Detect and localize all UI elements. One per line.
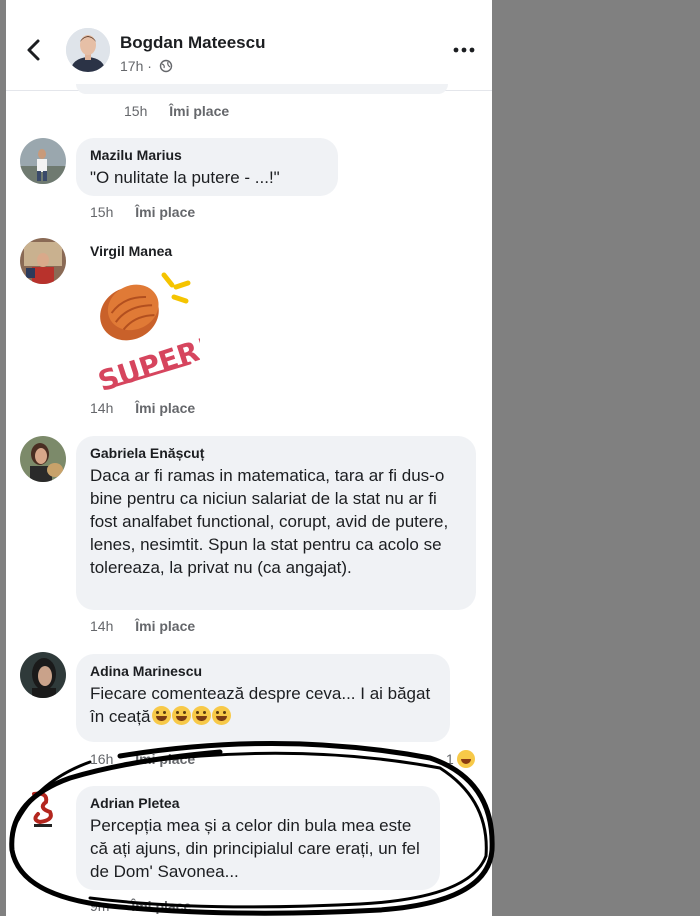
author-name[interactable]: Bogdan Mateescu <box>120 33 265 53</box>
globe-icon <box>159 59 173 73</box>
comment-bubble: Mazilu Marius "O nulitate la putere - ..… <box>76 138 338 196</box>
comment-author[interactable]: Virgil Manea <box>90 243 172 259</box>
post-time: 17h · <box>120 58 152 74</box>
like-button[interactable]: Îmi place <box>135 400 195 416</box>
comment-time: 9m <box>90 898 110 914</box>
comment-text-body: Fiecare comentează despre ceva... I ai b… <box>90 684 431 726</box>
laughing-emoji-icon <box>191 706 211 725</box>
comment-bubble: Adina Marinescu Fiecare comentează despr… <box>76 654 450 742</box>
like-button[interactable]: Îmi place <box>131 898 191 914</box>
like-button[interactable]: Îmi place <box>135 618 195 634</box>
like-button[interactable]: Îmi place <box>135 204 195 220</box>
commenter-avatar[interactable] <box>20 238 66 284</box>
commenter-avatar[interactable] <box>20 652 66 698</box>
commenter-avatar[interactable] <box>20 138 66 184</box>
comment-meta: 9m Îmi place <box>90 898 191 914</box>
more-options-icon[interactable] <box>452 40 476 60</box>
comment-author[interactable]: Gabriela Enășcuț <box>90 445 462 461</box>
post-header: Bogdan Mateescu 17h · <box>6 0 492 91</box>
back-arrow-icon[interactable] <box>24 37 44 63</box>
comment-meta: 14h Îmi place <box>90 618 195 634</box>
comment-author[interactable]: Adrian Pletea <box>90 795 426 811</box>
comment-time: 16h <box>90 751 114 767</box>
comment-meta: 14h Îmi place <box>90 400 195 416</box>
comment-meta: 15h Îmi place <box>124 103 229 119</box>
laughing-emoji-icon <box>211 706 231 725</box>
comment-text: "O nulitate la putere - ...!" <box>90 168 280 187</box>
comment-text: Percepția mea și a celor din bula mea es… <box>90 816 420 881</box>
comment-author[interactable]: Adina Marinescu <box>90 663 436 679</box>
comment-time: 14h <box>90 400 114 416</box>
laughing-emoji-icon <box>151 706 171 725</box>
super-clapping-sticker: SUPER! <box>94 272 200 390</box>
reaction-count[interactable]: 1 <box>446 750 475 768</box>
phone-screen: Bogdan Mateescu 17h · 15h Îmi place Mazi… <box>6 0 492 916</box>
haha-reaction-icon <box>456 750 475 768</box>
like-button[interactable]: Îmi place <box>135 751 195 767</box>
author-avatar[interactable] <box>66 28 110 72</box>
commenter-avatar[interactable] <box>20 786 66 832</box>
previous-comment-bubble <box>76 84 448 94</box>
sticker-text: SUPER! <box>94 331 200 390</box>
laughing-emoji-icon <box>171 706 191 725</box>
comment-author[interactable]: Mazilu Marius <box>90 147 324 163</box>
comment-time: 15h <box>124 103 148 119</box>
commenter-avatar[interactable] <box>20 436 66 482</box>
comment-meta: 15h Îmi place <box>90 204 195 220</box>
comment-text: Fiecare comentează despre ceva... I ai b… <box>90 682 436 728</box>
comment-meta: 16h Îmi place <box>90 751 195 767</box>
like-button[interactable]: Îmi place <box>169 103 229 119</box>
comment-time: 15h <box>90 204 114 220</box>
comment-bubble: Adrian Pletea Percepția mea și a celor d… <box>76 786 440 890</box>
comment-text: Daca ar fi ramas in matematica, tara ar … <box>90 466 449 577</box>
comment-time: 14h <box>90 618 114 634</box>
comment-bubble: Gabriela Enășcuț Daca ar fi ramas in mat… <box>76 436 476 610</box>
post-meta: 17h · <box>120 58 173 74</box>
reaction-count-number: 1 <box>446 751 454 767</box>
